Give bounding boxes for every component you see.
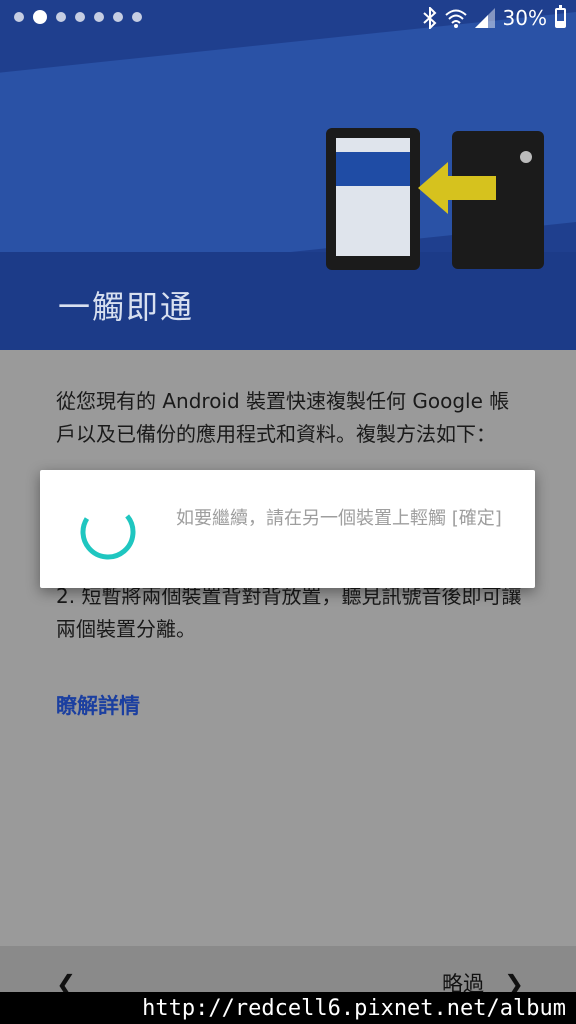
bluetooth-icon (422, 7, 436, 29)
wifi-icon (444, 9, 467, 28)
signal-icon (474, 8, 495, 28)
target-phone-icon (326, 128, 420, 270)
step-2-text: 2. 短暫將兩個裝置背對背放置，聽見訊號音後即可讓兩個裝置分離。 (56, 584, 522, 641)
page-indicator (14, 10, 142, 24)
watermark-text: http://redcell6.pixnet.net/album (142, 996, 566, 1021)
battery-icon (555, 5, 566, 28)
page-dot (75, 12, 85, 22)
status-bar: 30% (0, 0, 576, 36)
page-dot (56, 12, 66, 22)
loading-spinner-icon (80, 504, 136, 560)
header-banner: 一觸即通 (0, 0, 576, 350)
device-transfer-illustration (326, 128, 546, 273)
transfer-arrow-icon (418, 162, 496, 214)
page-title: 一觸即通 (58, 288, 195, 326)
page-dot (132, 12, 142, 22)
dialog-message: 如要繼續，請在另一個裝置上輕觸 [確定] (176, 508, 502, 529)
page-dot-active (33, 10, 47, 24)
bottom-navigation (0, 946, 576, 992)
page-dot (94, 12, 104, 22)
learn-more-link[interactable]: 瞭解詳情 (56, 690, 140, 720)
intro-text: 從您現有的 Android 裝置快速複製任何 Google 帳戶以及已備份的應用… (56, 389, 510, 446)
battery-percent: 30% (502, 6, 547, 30)
page-dot (113, 12, 123, 22)
page-dot (14, 12, 24, 22)
